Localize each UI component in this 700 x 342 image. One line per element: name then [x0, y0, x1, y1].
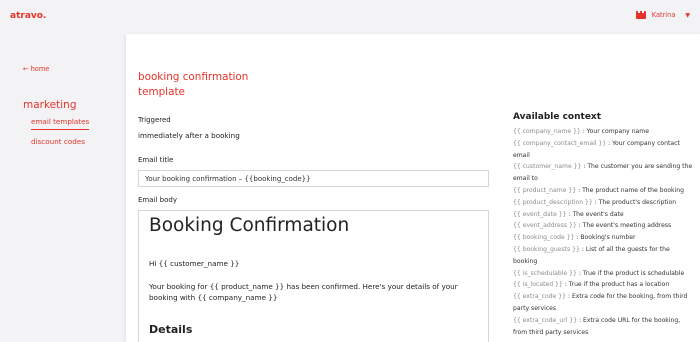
- sidebar-item-discount-codes[interactable]: discount codes: [31, 137, 85, 146]
- email-body-editor[interactable]: Booking Confirmation Hi {{ customer_name…: [138, 210, 489, 342]
- logo[interactable]: atravo.: [10, 11, 46, 21]
- sidebar-section-marketing: marketing: [23, 99, 77, 111]
- user-avatar-icon: [635, 11, 646, 19]
- context-key: {{ event_date }}: [513, 210, 567, 218]
- back-home-link[interactable]: ← home: [23, 65, 49, 73]
- context-key: {{ booking_guests }}: [513, 245, 580, 253]
- user-menu[interactable]: Katrina ▼: [635, 11, 690, 19]
- context-item: {{ company_contact_email }} : Your compa…: [513, 138, 693, 162]
- main-panel: booking confirmation template Triggered …: [126, 34, 700, 342]
- context-key: {{ company_name }}: [513, 128, 581, 135]
- context-item: {{ booking_guests }} : List of all the g…: [513, 244, 693, 268]
- context-item: {{ is_schedulable }} : True if the produ…: [513, 268, 693, 280]
- sidebar: ← home marketing email templates discoun…: [0, 34, 126, 342]
- body-subheading: Details: [149, 323, 193, 336]
- email-title-input[interactable]: Your booking confirmation – {{booking_co…: [138, 170, 489, 187]
- context-desc: : Your company name: [580, 128, 649, 135]
- page-title: booking confirmation template: [138, 70, 288, 100]
- triggered-value: immediately after a booking: [138, 131, 240, 140]
- context-desc: : True if the product is schedulable: [576, 269, 685, 277]
- context-item: {{ extra_code_url }} : Extra code URL fo…: [513, 315, 693, 339]
- context-item: {{ company_name }} : Your company name: [513, 126, 693, 138]
- context-desc: : The product's description: [592, 198, 677, 206]
- context-key: {{ booking_code }}: [513, 234, 575, 242]
- context-item: {{ product_description }} : The product'…: [513, 197, 693, 209]
- context-item: {{ event_address }} : The event's meetin…: [513, 220, 693, 232]
- context-item: {{ customer_name }} : The customer you a…: [513, 161, 693, 185]
- context-item: {{ extra_code }} : Extra code for the bo…: [513, 291, 693, 315]
- body-paragraph: Your booking for {{ product_name }} has …: [149, 282, 458, 302]
- context-key: {{ extra_code }}: [513, 293, 567, 301]
- email-body-label: Email body: [138, 196, 177, 204]
- context-desc: : The event's meeting address: [576, 222, 672, 230]
- context-key: {{ company_contact_email }}: [513, 139, 607, 147]
- context-list: {{ company_name }} : Your company name {…: [513, 126, 693, 338]
- context-key: {{ is_located }}: [513, 281, 563, 289]
- context-desc: : Booking's number: [574, 234, 636, 242]
- context-key: {{ is_schedulable }}: [513, 269, 577, 277]
- chevron-down-icon: ▼: [685, 11, 690, 19]
- sidebar-item-email-templates[interactable]: email templates: [31, 117, 90, 130]
- context-key: {{ customer_name }}: [513, 163, 582, 171]
- page-title-line-2: template: [138, 86, 185, 98]
- body-greeting: Hi {{ customer_name }}: [149, 259, 240, 268]
- context-desc: : True if the product has a location: [562, 281, 670, 289]
- context-item: {{ event_date }} : The event's date: [513, 209, 693, 221]
- context-desc: : The product name of the booking: [576, 186, 684, 194]
- page-title-line-1: booking confirmation: [138, 71, 249, 83]
- context-item: {{ is_located }} : True if the product h…: [513, 279, 693, 291]
- context-key: {{ event_address }}: [513, 222, 577, 230]
- context-key: {{ product_name }}: [513, 186, 577, 194]
- context-key: {{ product_description }}: [513, 198, 593, 206]
- triggered-label: Triggered: [138, 116, 171, 124]
- email-title-label: Email title: [138, 156, 174, 164]
- context-desc: : The event's date: [566, 210, 624, 218]
- context-panel: Available context {{ company_name }} : Y…: [513, 112, 693, 338]
- context-key: {{ extra_code_url }}: [513, 316, 578, 324]
- context-item: {{ booking_code }} : Booking's number: [513, 232, 693, 244]
- context-title: Available context: [513, 112, 602, 122]
- context-item: {{ product_name }} : The product name of…: [513, 185, 693, 197]
- user-name: Katrina: [651, 11, 676, 19]
- body-heading: Booking Confirmation: [149, 215, 350, 236]
